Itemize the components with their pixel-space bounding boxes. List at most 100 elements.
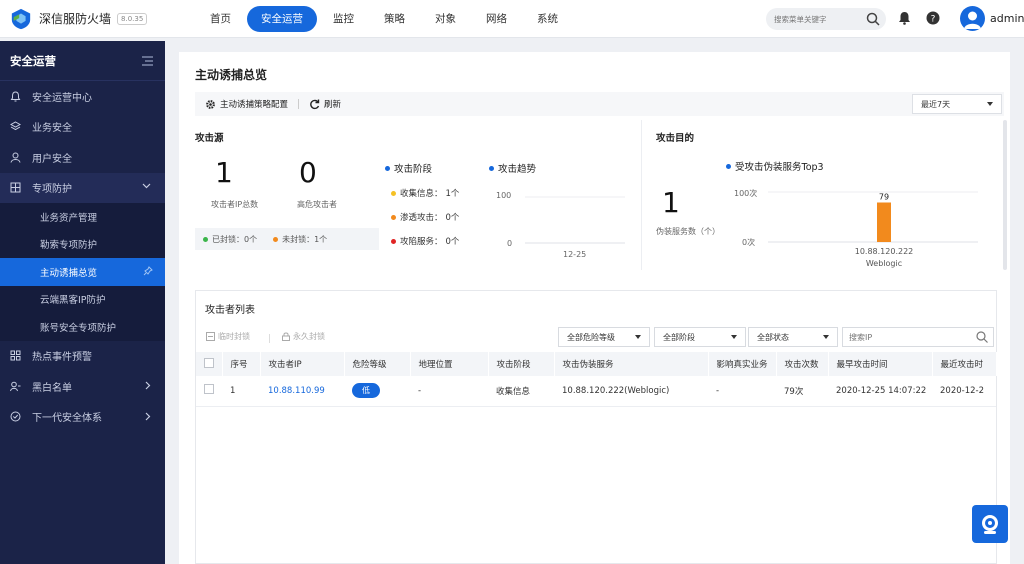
refresh-label: 刷新 <box>324 100 342 110</box>
row-checkbox[interactable] <box>204 384 214 395</box>
ip-search-input[interactable] <box>849 332 969 342</box>
attacker-table: 序号 攻击者IP 危险等级 地理位置 攻击阶段 攻击伪装服务 影响真实业务 攻击… <box>196 352 997 407</box>
stage-compromise-count: 0个 <box>445 237 460 247</box>
layers-icon <box>10 121 22 132</box>
nav-monitor[interactable]: 监控 <box>319 6 368 32</box>
risk-level-filter[interactable]: 全部危险等级 <box>558 327 650 347</box>
col-first-time[interactable]: 最早攻击时间 <box>828 352 933 376</box>
sidebar-sub-account-security[interactable]: 账号安全专项防护 <box>0 313 165 341</box>
select-all-checkbox[interactable] <box>204 357 214 368</box>
toolbar-divider <box>269 334 270 343</box>
risk-level-filter-value: 全部危险等级 <box>567 332 615 342</box>
col-real-business[interactable]: 影响真实业务 <box>708 352 777 376</box>
top-icons: ? <box>895 9 953 27</box>
sidebar-item-label: 热点事件预警 <box>32 352 92 364</box>
attacker-list-card: 攻击者列表 临时封锁 永久封锁 全部危险等级 全部阶段 全部状态 搜索IP 序号… <box>195 290 997 564</box>
col-index[interactable]: 序号 <box>222 352 261 376</box>
sidebar-item-security-center[interactable]: 安全运营中心 <box>0 81 165 112</box>
sidebar-sub-ransomware-protection[interactable]: 勒索专项防护 <box>0 230 165 258</box>
version-badge: 8.0.35 <box>117 12 148 25</box>
blocked-dot-icon <box>203 236 208 242</box>
sidebar-item-label: 黑白名单 <box>32 382 72 394</box>
col-attacker-ip[interactable]: 攻击者IP <box>260 352 345 376</box>
row-attacker-ip: 10.88.110.99 <box>260 376 344 406</box>
brand[interactable]: 深信服防火墙 8.0.35 <box>0 8 200 30</box>
attacker-list-title: 攻击者列表 <box>205 305 255 316</box>
col-fake-service[interactable]: 攻击伪装服务 <box>554 352 709 376</box>
row-risk-level: 低 <box>344 376 410 406</box>
help-icon[interactable]: ? <box>924 9 942 27</box>
row-real-business: - <box>716 385 720 396</box>
username[interactable]: admin <box>990 12 1024 25</box>
attack-source-panel: 攻击源 1 攻击者IP总数 0 高危攻击者 已封锁：0个 未封锁：1个 攻击阶段… <box>195 120 639 270</box>
sidebar-sub-cloud-hacker-ip[interactable]: 云端黑客IP防护 <box>0 285 165 313</box>
search-icon[interactable] <box>866 12 880 26</box>
row-stage: 收集信息 <box>496 386 531 397</box>
sidebar-sub-trap-overview[interactable]: 主动诱捕总览 <box>0 258 165 286</box>
nav-policy[interactable]: 策略 <box>370 6 419 32</box>
attack-trend-title: 攻击趋势 <box>489 161 536 175</box>
trend-chart-grid <box>525 196 625 244</box>
attack-stage-label: 攻击阶段 <box>394 164 433 175</box>
bell-icon[interactable] <box>895 9 913 27</box>
sidebar-sub-asset-management[interactable]: 业务资产管理 <box>0 203 165 231</box>
sidebar-item-user-security[interactable]: 用户安全 <box>0 142 165 173</box>
table-row[interactable]: 1 10.88.110.99 低 - 收集信息 10.88.120.222(We… <box>196 376 996 406</box>
top3-dot-icon <box>726 163 731 169</box>
date-range-value: 最近7天 <box>921 99 951 109</box>
attacker-ip-link[interactable]: 10.88.110.99 <box>268 386 325 396</box>
main-nav: 首页 安全运营 监控 策略 对象 网络 系统 <box>196 6 574 32</box>
perm-block-button[interactable]: 永久封锁 <box>282 331 325 342</box>
assistant-float-button[interactable] <box>972 505 1008 543</box>
stage-collect: 收集信息： 1个 <box>391 187 459 199</box>
nav-system[interactable]: 系统 <box>523 6 572 32</box>
nav-security-ops[interactable]: 安全运营 <box>247 6 317 32</box>
row-fake-service: 10.88.120.222(Weblogic) <box>562 385 670 396</box>
col-attack-count[interactable]: 攻击次数 <box>776 352 829 376</box>
chevron-down-icon <box>142 183 151 188</box>
sidebar-item-label: 下一代安全体系 <box>32 413 102 425</box>
pin-icon[interactable] <box>143 266 153 276</box>
collapse-menu-icon[interactable] <box>142 55 153 66</box>
col-location[interactable]: 地理位置 <box>410 352 489 376</box>
search-icon[interactable] <box>976 331 988 343</box>
menu-search-input[interactable] <box>774 14 862 24</box>
toolbar-divider <box>298 99 300 109</box>
nav-home[interactable]: 首页 <box>196 6 245 32</box>
sidebar-item-special-protection[interactable]: 专项防护 <box>0 172 165 203</box>
trap-policy-config-label: 主动诱捕策略配置 <box>220 100 289 110</box>
stage-filter[interactable]: 全部阶段 <box>654 327 746 347</box>
lock-icon <box>282 332 290 341</box>
date-range-select[interactable]: 最近7天 <box>912 94 1002 114</box>
col-risk-level[interactable]: 危险等级 <box>344 352 411 376</box>
table-header: 序号 攻击者IP 危险等级 地理位置 攻击阶段 攻击伪装服务 影响真实业务 攻击… <box>196 352 997 376</box>
sidebar-item-label: 用户安全 <box>32 153 72 165</box>
col-last-time[interactable]: 最近攻击时 <box>932 352 997 376</box>
nav-network[interactable]: 网络 <box>472 6 521 32</box>
trend-y-min: 0 <box>507 239 513 248</box>
refresh-button[interactable]: 刷新 <box>309 98 341 110</box>
sidebar-item-business-security[interactable]: 业务安全 <box>0 112 165 143</box>
col-stage[interactable]: 攻击阶段 <box>488 352 555 376</box>
bar-fake-service[interactable] <box>877 202 891 243</box>
sidebar-item-black-white-list[interactable]: 黑白名单 <box>0 371 165 402</box>
sidebar-item-hot-event-alert[interactable]: 热点事件预警 <box>0 341 165 372</box>
select-all-cell <box>196 352 223 376</box>
sidebar-item-label: 安全运营中心 <box>32 92 92 104</box>
bar-category-sublabel: Weblogic <box>866 259 902 268</box>
row-attack-count: 79次 <box>784 386 804 397</box>
trend-y-max: 100 <box>496 191 512 200</box>
unblocked-count: 未封锁：1个 <box>282 234 328 244</box>
trap-policy-config-button[interactable]: 主动诱捕策略配置 <box>195 98 288 110</box>
top-bar: 深信服防火墙 8.0.35 首页 安全运营 监控 策略 对象 网络 系统 ? a… <box>0 0 1024 38</box>
brand-title: 深信服防火墙 <box>39 12 112 26</box>
shield-grid-icon <box>10 182 22 193</box>
temp-block-button[interactable]: 临时封锁 <box>206 331 250 342</box>
panel-scrollbar[interactable] <box>1003 120 1007 270</box>
sidebar-item-next-gen-security[interactable]: 下一代安全体系 <box>0 402 165 433</box>
nav-object[interactable]: 对象 <box>421 6 470 32</box>
row-last-time: 2020-12-2 <box>940 385 984 396</box>
status-filter[interactable]: 全部状态 <box>748 327 838 347</box>
fake-service-count-value: 1 <box>662 186 680 219</box>
avatar[interactable] <box>960 6 985 31</box>
